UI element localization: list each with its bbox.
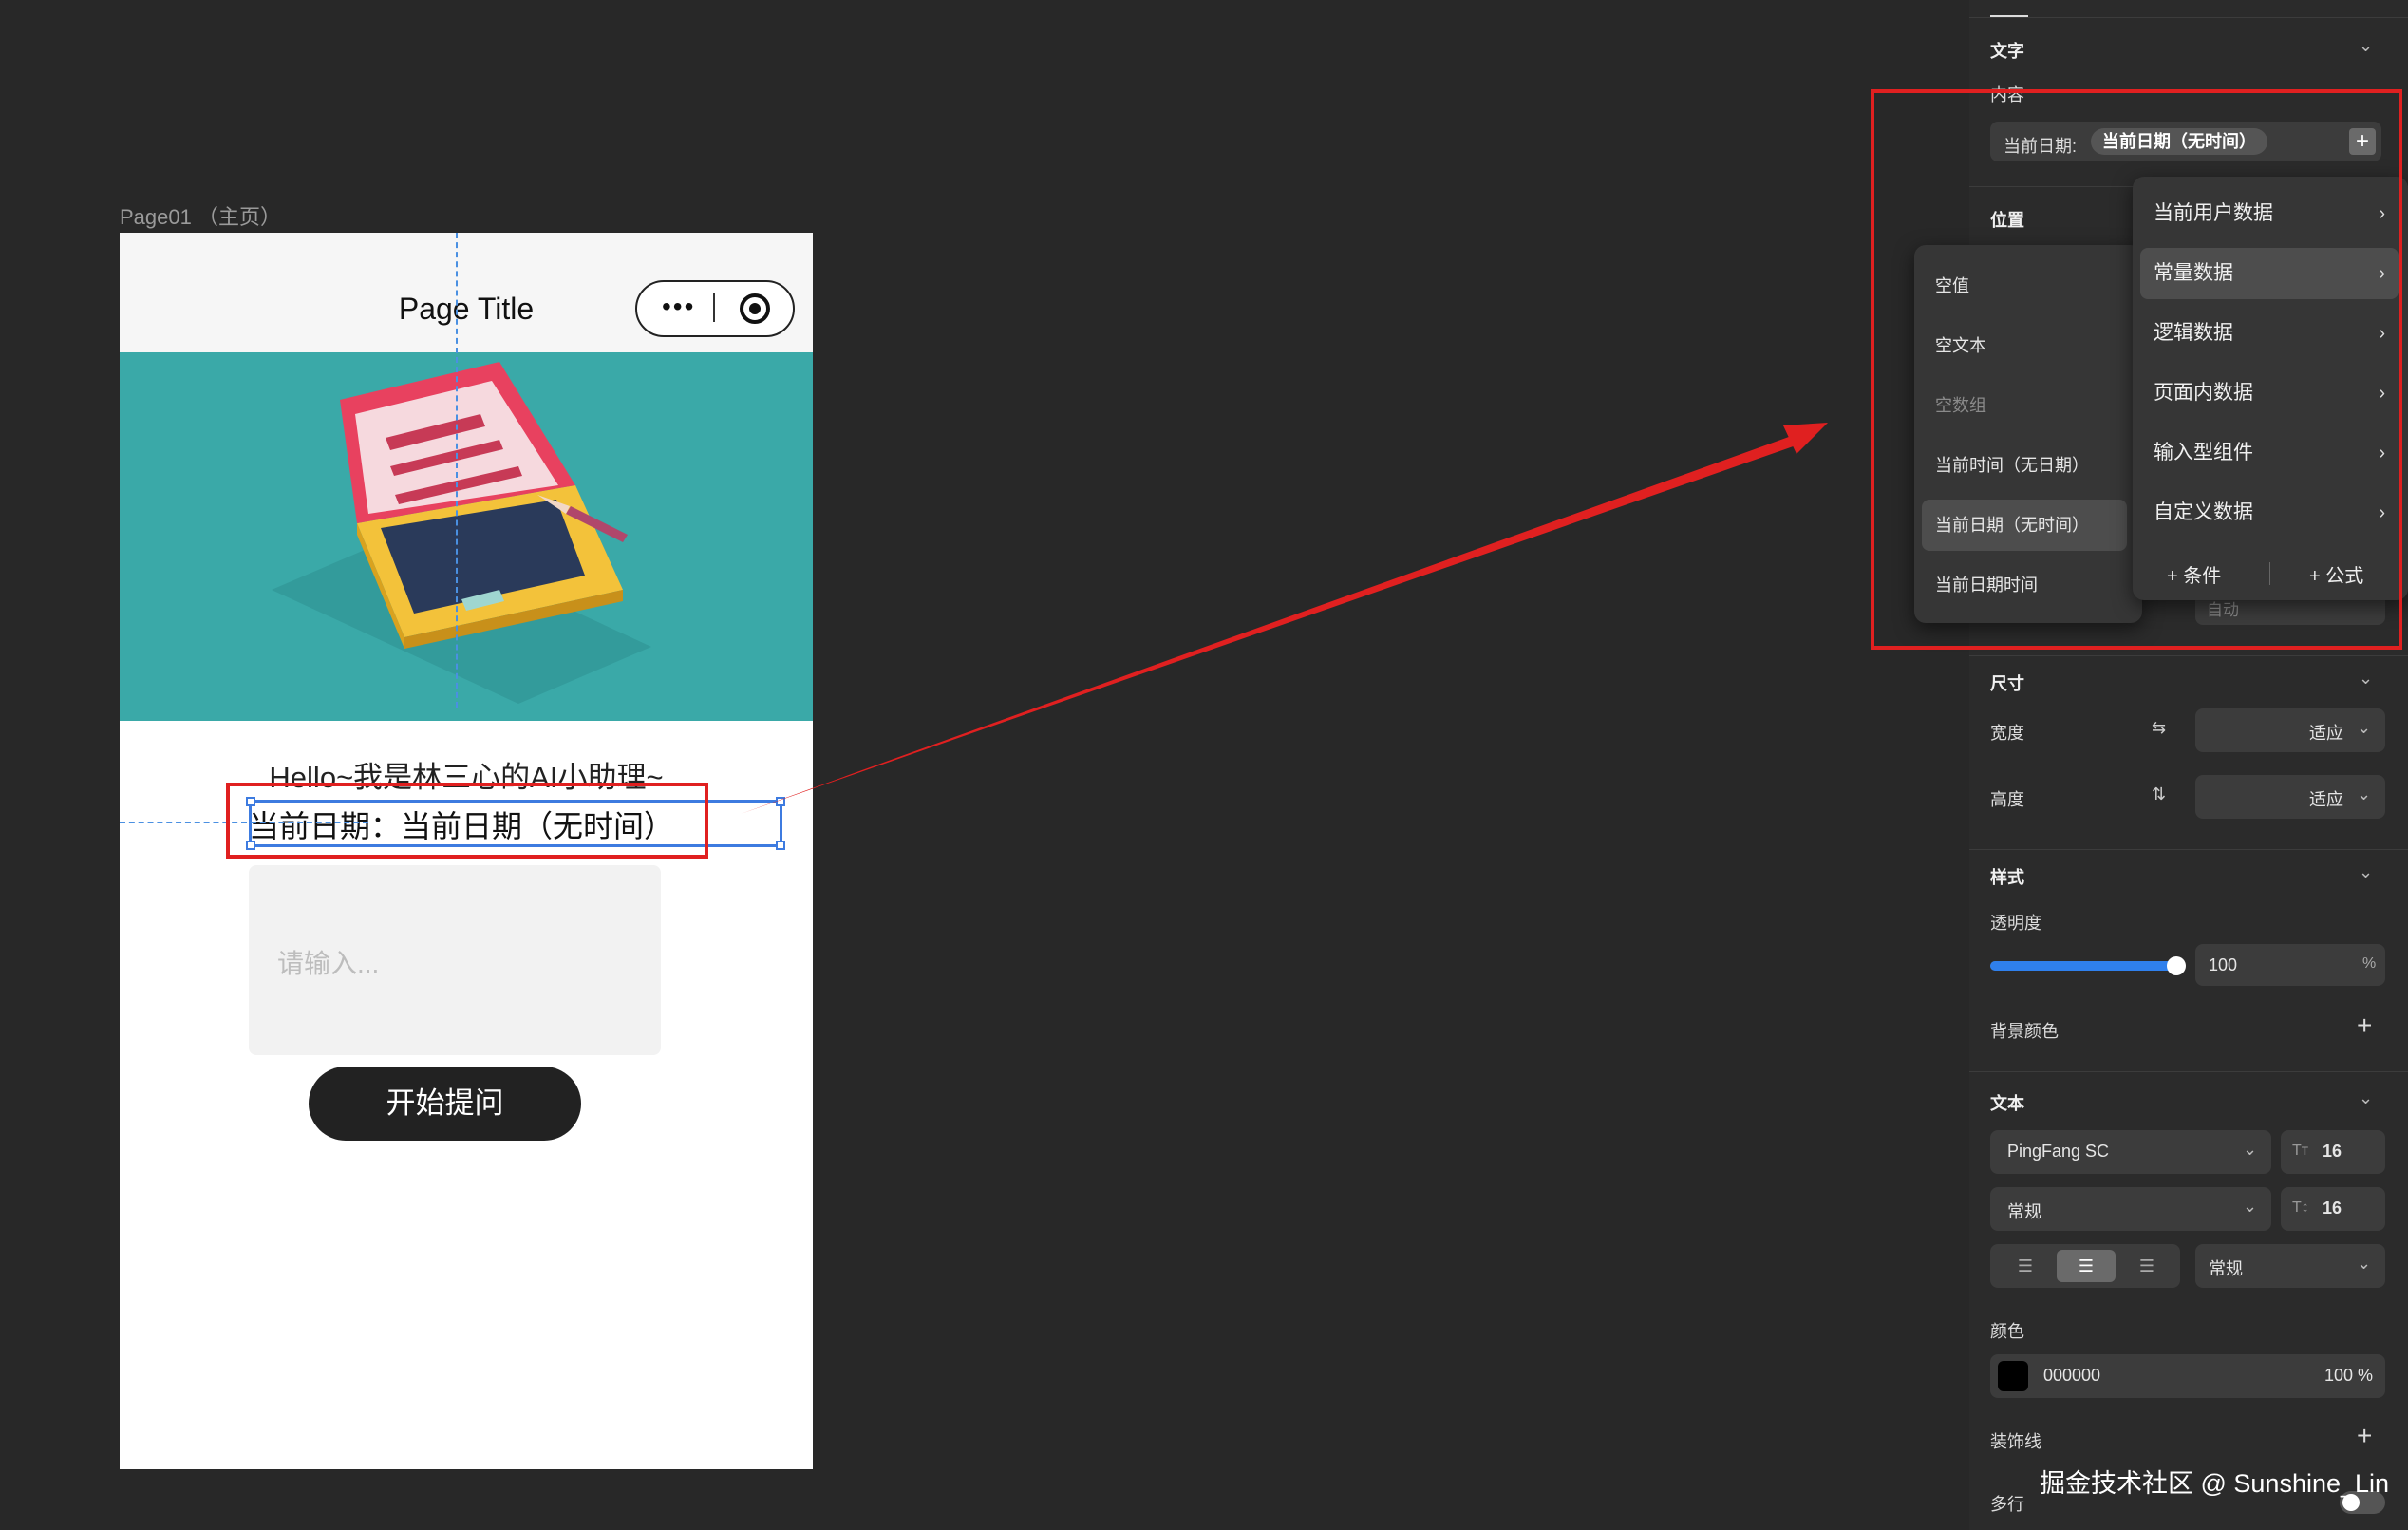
section-title-size: 尺寸	[1990, 674, 2024, 693]
font-size-field[interactable]: Tт 16	[2281, 1130, 2385, 1174]
capsule-divider	[713, 293, 715, 322]
chevron-down-icon[interactable]: ⌄	[2359, 669, 2373, 689]
font-weight-select[interactable]: 常规 ⌄	[1990, 1187, 2271, 1231]
color-swatch[interactable]	[1998, 1361, 2028, 1391]
opacity-value: 100	[2209, 955, 2238, 974]
opacity-slider-fill	[1990, 961, 2176, 971]
chevron-down-icon[interactable]: ⌄	[2359, 1088, 2373, 1108]
align-left-icon[interactable]: ☰	[1998, 1250, 2053, 1282]
align-right-icon[interactable]: ☰	[2119, 1250, 2174, 1282]
font-weight-value: 常规	[2007, 1202, 2041, 1221]
divider	[1969, 849, 2408, 850]
question-input[interactable]: 请输入...	[249, 865, 661, 1055]
chevron-down-icon: ⌄	[2357, 718, 2372, 737]
height-label: 高度	[1990, 790, 2024, 809]
highlight-box-menu	[1871, 89, 2402, 650]
laptop-illustration	[272, 362, 651, 704]
start-question-button[interactable]: 开始提问	[309, 1067, 581, 1141]
width-select[interactable]: 适应 ⌄	[2195, 708, 2385, 752]
line-height-value: 16	[2323, 1199, 2342, 1218]
section-title-text: 文字	[1990, 42, 2024, 61]
multiline-label: 多行	[1990, 1495, 2024, 1514]
divider	[1969, 1071, 2408, 1072]
width-value: 适应	[2309, 724, 2343, 743]
width-label: 宽度	[1990, 724, 2024, 743]
height-select[interactable]: 适应 ⌄	[2195, 775, 2385, 819]
font-size-value: 16	[2323, 1142, 2342, 1161]
divider	[1969, 17, 2408, 18]
letter-style-value: 常规	[2209, 1259, 2243, 1278]
section-title-style: 样式	[1990, 868, 2024, 887]
align-center-icon[interactable]: ☰	[2057, 1250, 2116, 1282]
opacity-label: 透明度	[1990, 914, 2041, 933]
chevron-down-icon: ⌄	[2243, 1140, 2258, 1159]
text-align-group: ☰ ☰ ☰	[1990, 1244, 2180, 1288]
resize-handle[interactable]	[776, 797, 785, 806]
more-dots-icon[interactable]: •••	[662, 292, 695, 322]
opacity-field[interactable]: 100 %	[2195, 944, 2385, 986]
opacity-slider-thumb[interactable]	[2167, 956, 2186, 975]
width-mode-icon[interactable]: ⇆	[2152, 718, 2166, 738]
alignment-guide-vertical	[456, 233, 458, 708]
line-height-icon: T↕	[2292, 1199, 2309, 1216]
chevron-down-icon: ⌄	[2357, 1254, 2372, 1273]
highlight-box-text	[226, 783, 708, 859]
add-bg-color-plus-icon[interactable]: +	[2357, 1011, 2372, 1041]
chevron-down-icon: ⌄	[2243, 1197, 2258, 1216]
chevron-down-icon[interactable]: ⌄	[2359, 36, 2373, 56]
resize-handle[interactable]	[776, 841, 785, 850]
close-target-icon[interactable]	[740, 293, 770, 324]
bg-color-label: 背景颜色	[1990, 1022, 2059, 1041]
font-family-value: PingFang SC	[2007, 1142, 2110, 1161]
font-size-icon: Tт	[2292, 1143, 2309, 1159]
section-title-typography: 文本	[1990, 1094, 2024, 1113]
height-value: 适应	[2309, 790, 2343, 809]
color-hex-value: 000000	[2043, 1366, 2101, 1385]
input-placeholder: 请输入...	[277, 949, 380, 978]
hero-laptop-image	[120, 352, 813, 721]
line-height-field[interactable]: T↕ 16	[2281, 1187, 2385, 1231]
chevron-down-icon: ⌄	[2357, 784, 2372, 803]
height-mode-icon[interactable]: ⇅	[2152, 784, 2166, 804]
color-opacity-value: 100 %	[2324, 1366, 2374, 1385]
opacity-unit: %	[2362, 955, 2377, 972]
divider	[1969, 655, 2408, 656]
page-label: Page01 （主页）	[120, 205, 281, 229]
text-color-field[interactable]: 000000 100 %	[1990, 1354, 2385, 1398]
mini-program-capsule[interactable]: •••	[635, 280, 795, 337]
letter-style-select[interactable]: 常规 ⌄	[2195, 1244, 2385, 1288]
chevron-down-icon[interactable]: ⌄	[2359, 862, 2373, 882]
color-label: 颜色	[1990, 1322, 2024, 1341]
watermark: 掘金技术社区 @ Sunshine_Lin	[2040, 1469, 2390, 1498]
font-family-select[interactable]: PingFang SC ⌄	[1990, 1130, 2271, 1174]
add-decoration-plus-icon[interactable]: +	[2357, 1421, 2372, 1451]
decoration-label: 装饰线	[1990, 1432, 2041, 1451]
opacity-slider-track[interactable]	[1990, 956, 2186, 975]
